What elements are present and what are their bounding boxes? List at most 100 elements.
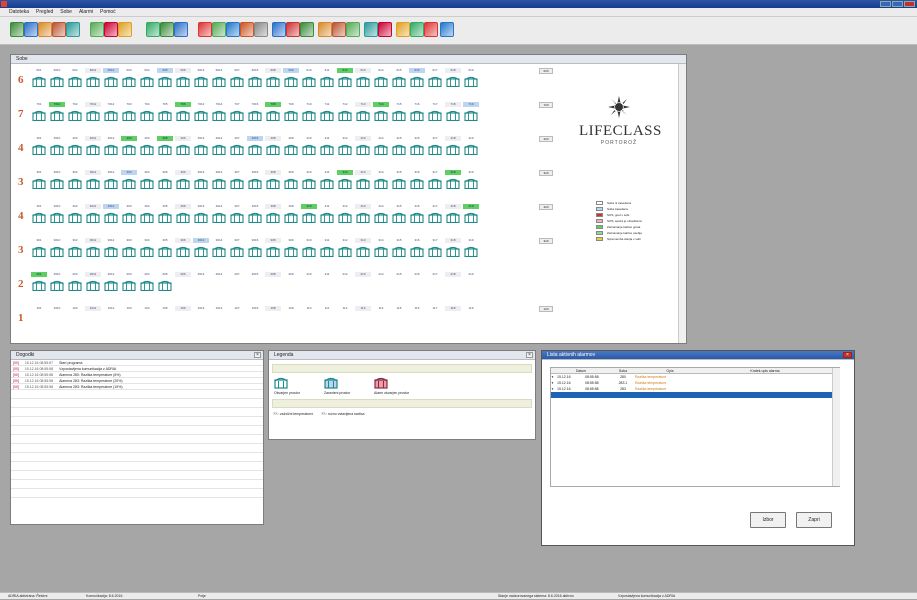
bed-icon[interactable] [445, 178, 461, 190]
toolbar-button-icon-12[interactable] [198, 22, 212, 37]
bed-icon[interactable] [337, 144, 353, 156]
menu-item-file[interactable]: Datoteka [9, 8, 29, 16]
toolbar-button-icon-9[interactable] [146, 22, 160, 37]
room-number[interactable]: 410 [301, 136, 317, 141]
room-number[interactable]: 615 [391, 68, 407, 73]
room-number[interactable]: 601 [31, 68, 47, 73]
events-close-icon[interactable]: × [254, 352, 261, 358]
bed-icon[interactable] [265, 246, 281, 258]
room-number[interactable]: 707 [229, 102, 245, 107]
bed-icon[interactable] [67, 110, 83, 122]
bed-icon[interactable] [391, 178, 407, 190]
bed-icon[interactable] [247, 76, 263, 88]
room-number[interactable]: 317 [427, 238, 443, 243]
bed-icon[interactable] [139, 246, 155, 258]
room-number[interactable]: 314 [373, 170, 389, 175]
room-number[interactable]: 413 [355, 136, 371, 141]
bed-icon[interactable] [319, 246, 335, 258]
room-number[interactable]: 3013 [193, 238, 209, 243]
bed-icon[interactable] [157, 110, 173, 122]
toolbar-button-icon-15[interactable] [240, 22, 254, 37]
bed-icon[interactable] [121, 76, 137, 88]
room-number[interactable]: 419 [463, 204, 479, 209]
bed-icon[interactable] [319, 212, 335, 224]
toolbar-button-icon-11[interactable] [174, 22, 188, 37]
room-number[interactable]: 413 [355, 204, 371, 209]
room-number[interactable]: 414 [373, 136, 389, 141]
room-number[interactable]: 318 [445, 170, 461, 175]
bed-icon[interactable] [337, 76, 353, 88]
room-number[interactable]: 612 [337, 68, 353, 73]
toolbar-button-icon-6[interactable] [90, 22, 104, 37]
bed-icon[interactable] [391, 246, 407, 258]
room-number[interactable]: 4010 [49, 136, 65, 141]
bed-icon[interactable] [67, 178, 83, 190]
room-number[interactable]: 219 [463, 272, 479, 277]
menu-item-view[interactable]: Pregled [36, 8, 53, 16]
room-number[interactable]: 617 [427, 68, 443, 73]
room-number[interactable]: 310 [301, 170, 317, 175]
room-extra[interactable]: 620 [539, 68, 553, 74]
bed-icon[interactable] [31, 212, 47, 224]
room-number[interactable]: 719 [463, 102, 479, 107]
room-number[interactable]: 417 [427, 204, 443, 209]
room-number[interactable]: 107 [229, 306, 245, 311]
room-number[interactable]: 1013 [193, 306, 209, 311]
toolbar-button-icon-28[interactable] [440, 22, 454, 37]
room-number[interactable]: 4012 [103, 204, 119, 209]
room-number[interactable]: 402 [67, 204, 83, 209]
room-number[interactable]: 409 [283, 136, 299, 141]
room-number[interactable]: 206 [175, 272, 191, 277]
room-number[interactable]: 310 [301, 238, 317, 243]
room-number[interactable]: 119 [463, 306, 479, 311]
room-number[interactable]: 711 [319, 102, 335, 107]
room-number[interactable]: 315 [391, 238, 407, 243]
room-number[interactable]: 701 [31, 102, 47, 107]
toolbar-button-icon-7[interactable] [104, 22, 118, 37]
room-number[interactable]: 212 [337, 272, 353, 277]
bed-icon[interactable] [409, 212, 425, 224]
bed-icon[interactable] [31, 246, 47, 258]
room-number[interactable]: 417 [427, 136, 443, 141]
room-number[interactable]: 401 [31, 204, 47, 209]
bed-icon[interactable] [157, 246, 173, 258]
alarms-scrollbar[interactable] [832, 368, 840, 486]
room-number[interactable]: 6012 [103, 68, 119, 73]
bed-icon[interactable] [157, 212, 173, 224]
toolbar-button-icon-27[interactable] [424, 22, 438, 37]
room-number[interactable]: 405 [157, 204, 173, 209]
room-number[interactable]: 3013 [193, 170, 209, 175]
room-number[interactable]: 609 [283, 68, 299, 73]
room-number[interactable]: 2011 [85, 272, 101, 277]
maximize-button[interactable] [892, 1, 903, 7]
bed-icon[interactable] [193, 212, 209, 224]
bed-icon[interactable] [373, 144, 389, 156]
bed-icon[interactable] [211, 76, 227, 88]
room-number[interactable]: 305 [157, 238, 173, 243]
room-number[interactable]: 201 [31, 272, 47, 277]
room-number[interactable]: 101 [31, 306, 47, 311]
room-number[interactable]: 412 [337, 136, 353, 141]
room-number[interactable]: 111 [319, 306, 335, 311]
bed-icon[interactable] [319, 144, 335, 156]
bed-icon[interactable] [49, 110, 65, 122]
bed-icon[interactable] [247, 178, 263, 190]
room-number[interactable]: 703 [121, 102, 137, 107]
bed-icon[interactable] [49, 212, 65, 224]
room-number[interactable]: 113 [355, 306, 371, 311]
room-number[interactable]: 708 [265, 102, 281, 107]
room-number[interactable]: 108 [265, 306, 281, 311]
room-number[interactable]: 202 [67, 272, 83, 277]
bed-icon[interactable] [67, 280, 83, 292]
bed-icon[interactable] [175, 76, 191, 88]
room-number[interactable]: 319 [463, 170, 479, 175]
room-number[interactable]: 408 [265, 136, 281, 141]
room-number[interactable]: 6010 [49, 68, 65, 73]
room-number[interactable]: 312 [337, 170, 353, 175]
bed-icon[interactable] [121, 110, 137, 122]
bed-icon[interactable] [463, 144, 479, 156]
toolbar-button-icon-4[interactable] [52, 22, 66, 37]
room-number[interactable]: 401 [31, 136, 47, 141]
room-number[interactable]: 307 [229, 170, 245, 175]
room-number[interactable]: 403 [121, 136, 137, 141]
